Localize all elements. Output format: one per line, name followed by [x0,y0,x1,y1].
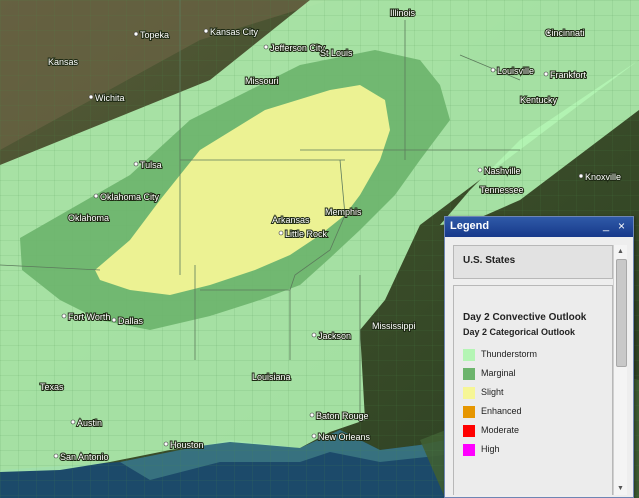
map-label: Kansas City [210,27,259,37]
thunderstorm-swatch [463,349,475,361]
legend-item-high: High [463,443,608,457]
city-marker-icon [477,167,483,173]
map-label: Knoxville [585,172,621,182]
map-label: Texas [40,382,64,392]
map-label: Jefferson City [270,43,325,53]
city-marker-icon [70,419,76,425]
map-label: Illinois [390,8,416,18]
scroll-down-arrow-icon[interactable]: ▼ [614,482,627,495]
city-marker-icon [543,71,549,77]
layer-convective-outlook[interactable]: Day 2 Convective Outlook Day 2 Categoric… [453,285,613,495]
city-marker-icon [263,44,269,50]
map-label: Little Rock [285,229,328,239]
map-label: San Antonio [60,452,109,462]
city-marker-icon [93,193,99,199]
scroll-up-arrow-icon[interactable]: ▲ [614,245,627,258]
legend-panel[interactable]: Legend _ × U.S. States Day 2 Convective … [444,216,634,498]
legend-scrollbar[interactable]: ▲ ▼ [613,245,627,495]
map-label: Oklahoma City [100,192,160,202]
legend-content: U.S. States Day 2 Convective Outlook Day… [453,245,613,495]
moderate-swatch [463,425,475,437]
close-button[interactable]: × [615,219,628,233]
city-marker-icon [490,67,496,73]
city-marker-icon [309,412,315,418]
city-marker-icon [311,433,317,439]
layer-us-states-label: U.S. States [463,255,516,266]
enhanced-swatch [463,406,475,418]
map-label: Memphis [325,207,362,217]
map-label: Mississippi [372,321,416,331]
map-label: St Louis [320,48,353,58]
map-label: New Orleans [318,432,371,442]
slight-swatch [463,387,475,399]
city-marker-icon [133,161,139,167]
map-label: Tennessee [480,185,524,195]
map-label: Nashville [484,166,521,176]
map-label: Kansas [48,57,79,67]
city-marker-icon [578,173,584,179]
legend-item-label: Enhanced [481,406,522,416]
legend-item-thunderstorm: Thunderstorm [463,348,608,362]
map-label: Frankfort [550,70,587,80]
map-label: Louisville [497,66,534,76]
city-marker-icon [278,230,284,236]
city-marker-icon [203,28,209,34]
legend-item-label: Slight [481,387,504,397]
map-label: Missouri [245,76,279,86]
layer-us-states[interactable]: U.S. States [453,245,613,279]
layer-convective-outlook-label: Day 2 Convective Outlook [463,312,587,323]
map-label: Houston [170,440,204,450]
city-marker-icon [163,441,169,447]
city-marker-icon [111,317,117,323]
map-label: Cincinnati [545,28,585,38]
map-label: Kentucky [520,95,558,105]
legend-titlebar[interactable]: Legend _ × [445,217,633,237]
legend-item-label: Thunderstorm [481,349,538,359]
layer-categorical-outlook-label: Day 2 Categorical Outlook [463,327,576,337]
map-label: Arkansas [272,215,310,225]
map-label: Jackson [318,331,351,341]
high-swatch [463,444,475,456]
map-label: Fort Worth [68,312,110,322]
legend-item-enhanced: Enhanced [463,405,608,419]
scrollbar-thumb[interactable] [616,259,627,367]
map-label: Tulsa [140,160,162,170]
legend-title: Legend [450,220,490,232]
city-marker-icon [311,332,317,338]
map-label: Wichita [95,93,125,103]
legend-item-slight: Slight [463,386,608,400]
legend-body: U.S. States Day 2 Convective Outlook Day… [445,237,633,497]
city-marker-icon [53,453,59,459]
legend-item-marginal: Marginal [463,367,608,381]
map-label: Baton Rouge [316,411,369,421]
legend-item-label: Marginal [481,368,516,378]
map-label: Topeka [140,30,169,40]
city-marker-icon [88,94,94,100]
legend-item-label: Moderate [481,425,520,435]
map-label: Oklahoma [68,213,109,223]
map-label: Dallas [118,316,144,326]
legend-item-label: High [481,444,500,454]
legend-item-moderate: Moderate [463,424,608,438]
city-marker-icon [61,313,67,319]
map-label: Louisiana [252,372,291,382]
map-label: Austin [77,418,102,428]
marginal-swatch [463,368,475,380]
city-marker-icon [133,31,139,37]
minimize-button[interactable]: _ [600,219,612,233]
